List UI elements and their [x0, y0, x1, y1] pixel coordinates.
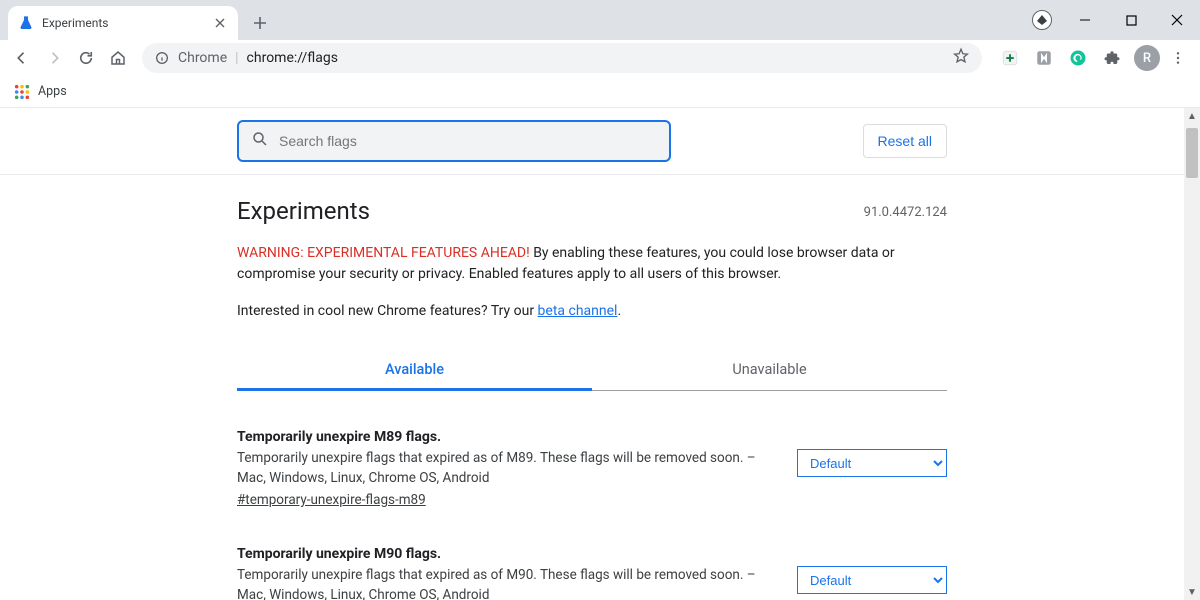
flag-title: Temporarily unexpire M90 flags. — [237, 546, 777, 562]
flag-title: Temporarily unexpire M89 flags. — [237, 429, 777, 445]
address-bar[interactable]: Chrome | chrome://flags — [142, 43, 982, 73]
search-icon — [251, 130, 269, 152]
page-title: Experiments — [237, 197, 947, 225]
beta-channel-text: Interested in cool new Chrome features? … — [237, 303, 947, 319]
search-flags-field[interactable] — [279, 133, 657, 149]
home-button[interactable] — [104, 44, 132, 72]
browser-tab[interactable]: Experiments — [8, 6, 238, 40]
close-tab-icon[interactable] — [212, 15, 228, 31]
reload-button[interactable] — [72, 44, 100, 72]
kebab-menu-icon[interactable] — [1164, 44, 1192, 72]
tab-available[interactable]: Available — [237, 349, 592, 391]
minimize-button[interactable] — [1062, 5, 1108, 35]
flag-anchor-link[interactable]: #temporary-unexpire-flags-m89 — [237, 492, 426, 508]
extension-3-icon[interactable] — [1066, 46, 1090, 70]
back-button[interactable] — [8, 44, 36, 72]
scrollbar-thumb[interactable] — [1186, 128, 1198, 178]
close-window-button[interactable] — [1154, 5, 1200, 35]
extensions-puzzle-icon[interactable] — [1100, 46, 1124, 70]
extension-2-icon[interactable] — [1032, 46, 1056, 70]
flag-row: Temporarily unexpire M89 flags. Temporar… — [237, 429, 947, 508]
flag-description: Temporarily unexpire flags that expired … — [237, 449, 777, 488]
new-tab-button[interactable] — [246, 9, 274, 37]
omnibox-scheme: Chrome — [178, 50, 227, 66]
scroll-down-icon[interactable]: ▼ — [1184, 584, 1200, 600]
search-flags-input[interactable] — [237, 120, 671, 162]
flag-tabs: Available Unavailable — [237, 349, 947, 391]
flag-dropdown[interactable]: Default — [797, 566, 947, 594]
scrollbar[interactable]: ▲ ▼ — [1184, 108, 1200, 600]
apps-bookmark[interactable]: Apps — [38, 84, 67, 99]
warning-text: WARNING: EXPERIMENTAL FEATURES AHEAD! By… — [237, 243, 947, 285]
forward-button — [40, 44, 68, 72]
toolbar: Chrome | chrome://flags R — [0, 40, 1200, 76]
flag-dropdown[interactable]: Default — [797, 449, 947, 477]
scroll-up-icon[interactable]: ▲ — [1184, 108, 1200, 124]
tab-title: Experiments — [42, 16, 212, 30]
flask-icon — [18, 15, 34, 31]
tab-unavailable[interactable]: Unavailable — [592, 349, 947, 391]
bookmarks-bar: Apps — [0, 76, 1200, 108]
flag-row: Temporarily unexpire M90 flags. Temporar… — [237, 546, 947, 600]
incognito-indicator-icon[interactable] — [1032, 10, 1052, 30]
beta-channel-link[interactable]: beta channel — [538, 303, 618, 319]
page-viewport: Reset all Experiments 91.0.4472.124 WARN… — [0, 108, 1200, 600]
titlebar: Experiments — [0, 0, 1200, 40]
flag-description: Temporarily unexpire flags that expired … — [237, 566, 777, 600]
bookmark-star-icon[interactable] — [952, 47, 970, 69]
reset-all-button[interactable]: Reset all — [863, 124, 947, 158]
maximize-button[interactable] — [1108, 5, 1154, 35]
site-info-icon[interactable] — [154, 50, 170, 66]
profile-avatar[interactable]: R — [1134, 45, 1160, 71]
version-label: 91.0.4472.124 — [864, 205, 947, 220]
window-controls — [1032, 0, 1200, 40]
extension-1-icon[interactable] — [998, 46, 1022, 70]
apps-grid-icon[interactable] — [14, 84, 30, 100]
omnibox-url: chrome://flags — [247, 50, 952, 66]
